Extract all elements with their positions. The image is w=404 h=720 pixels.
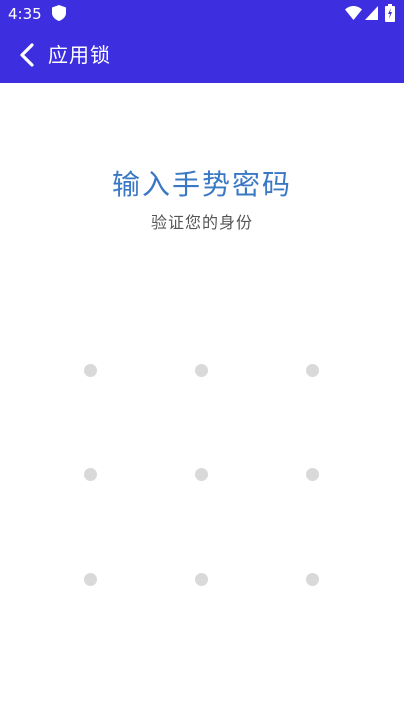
shield-icon [52,5,66,21]
page-title: 应用锁 [48,43,111,67]
pattern-dot-9[interactable] [306,573,319,586]
pattern-dot-2[interactable] [195,364,208,377]
back-button[interactable] [12,40,42,70]
pattern-dot-7[interactable] [84,573,97,586]
pattern-dot-8[interactable] [195,573,208,586]
battery-icon [385,4,395,22]
pattern-dot-6[interactable] [306,468,319,481]
signal-icon [365,6,378,20]
gesture-prompt-title: 输入手势密码 [111,168,292,201]
status-bar: 4:35 [0,0,404,28]
wifi-icon [345,6,362,20]
gesture-prompt-subtitle: 验证您的身份 [150,213,253,232]
chevron-left-icon [20,43,34,67]
app-bar: 应用锁 [0,28,404,83]
status-time: 4:35 [8,5,42,23]
gesture-pattern-pad[interactable] [0,300,404,640]
pattern-dot-3[interactable] [306,364,319,377]
pattern-dot-4[interactable] [84,468,97,481]
pattern-dot-5[interactable] [195,468,208,481]
pattern-dot-1[interactable] [84,364,97,377]
